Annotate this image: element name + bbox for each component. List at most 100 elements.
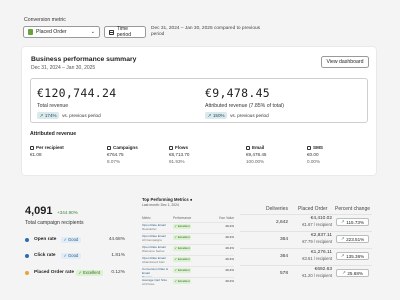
table-row[interactable]: Open Rate Email Abandoned Cart ✓ Excellen… [142,255,234,266]
badge-label: Excellent [177,268,190,273]
placed-order-cell: €4,410.02 €1.67 / recipient [294,216,332,228]
flow-icon [169,145,173,150]
info-icon: ● [189,197,193,202]
header-placed-order: Placed Order [298,206,328,212]
time-period-label: Time period [116,26,132,38]
excellent-badge: ✓ Excellent [173,235,192,240]
good-badge: ✓ Good [61,252,81,259]
conversion-metric-value: Placed Order [36,29,67,35]
vs-previous-text: vs. previous period [62,113,101,118]
placed-order-rate-dot [25,270,29,275]
metric-sub: Abandoned Cart [142,259,165,264]
email-icon [246,145,250,150]
table-row[interactable]: Open Rate Email Newsletter ✓ Excellent 49… [142,222,234,233]
attr-col-sms: SMS €0.00 0.00% [307,144,323,165]
header-percent-change: Percent change [335,206,371,212]
summary-date-range: Dec 31, 2024 – Jan 30, 2025 [31,65,96,71]
top-metrics-title: Top Performing Metrics ● [142,197,192,202]
metric-name[interactable]: Average Cart Size All Flows [142,278,173,286]
attr-value: €9,478.45 [246,152,267,158]
metric-name[interactable]: Open Rate Email Newsletter [142,223,173,231]
metric-sub: All Flows [142,281,155,286]
total-recipients-label: Total campaign recipients [25,220,84,226]
metric-name[interactable]: Open Rate Email Abandoned Cart [142,256,173,264]
top-metrics-header: Metric Performance Your Value [142,216,234,220]
trend-up-icon: ↗ [340,253,345,258]
metric-name[interactable]: Open Rate Email All Campaigns [142,234,173,242]
attr-col-flows: Flows €8,713.70 91.93% [169,144,189,165]
placed-order-cell: €692.63 €1.20 / recipient [294,267,332,279]
attributed-revenue-change-badge: ↗ 150% [205,112,228,119]
excellent-badge: ✓ Excellent [173,268,192,273]
excellent-badge: ✓ Excellent [173,257,192,262]
rate-row-placed-order: Placed Order rate ✓ Excellent 0.12% [25,268,125,277]
rate-name: Click rate [34,253,56,258]
trend-up-icon: ↗ [342,270,346,275]
percent-change-badge: ↗ 115.73% [336,218,369,226]
total-revenue-change-badge: ↗ 174% [37,112,60,119]
megaphone-icon [107,145,111,150]
table-row[interactable]: Open Rate Email All Campaigns ✓ Excellent… [142,233,234,244]
per-recipient-value: €7.79 / recipient [302,239,332,245]
check-icon: ✓ [63,253,68,258]
rate-value: 44.68% [108,237,125,242]
trend-up-icon: ↗ [207,112,212,118]
row-divider [240,214,372,215]
percent-change-value: 223.51% [346,236,365,242]
table-row[interactable]: Conversion Rate & Email Browse ✓ Excellen… [142,266,234,278]
badge-label: Excellent [177,224,190,229]
metric-value: 49.4% [225,279,234,284]
user-icon [30,145,34,150]
click-rate-dot [25,253,29,258]
header-your-value: Your Value [218,216,234,220]
attr-label: Email [252,145,265,150]
attr-label: Per recipient [36,145,64,150]
attr-value: €0.00 [307,152,319,158]
badge-label: Good [68,253,79,258]
placed-order-cell: €1,276.11 €3.51 / recipient [294,250,332,262]
rate-name: Open rate [34,237,57,242]
metric-sub: Welcome Series [142,248,165,253]
rate-row-open: Open rate ✓ Good 44.68% [25,235,125,244]
metric-name[interactable]: Open Rate Email Welcome Series [142,245,173,253]
good-badge: ✓ Good [61,236,81,243]
percent-change-badge: ↗ 223.51% [336,235,369,243]
badge-label: Excellent [177,279,190,284]
badge-label: Good [68,237,79,242]
total-revenue-block: €120,744.24 Total revenue ↗ 174% vs. pre… [37,86,116,119]
chevron-down-icon: ⌄ [90,29,95,35]
compare-range-text: Dec 31, 2024 – Jan 30, 2025 compared to … [151,26,261,37]
attributed-revenue-block: €9,478.45 Attributed revenue (7.85% of t… [205,86,284,119]
rate-value: 0.12% [111,270,125,275]
percent-change-badge: ↗ 25.68% [336,269,369,277]
summary-title: Business performance summary [31,56,137,63]
trend-up-icon: ↗ [340,219,345,224]
open-rate-dot [25,237,29,242]
time-period-button[interactable]: Time period [104,26,146,38]
badge-label: Excellent [83,270,101,275]
table-row[interactable]: Average Cart Size All Flows ✓ Excellent 4… [142,277,234,288]
row-divider [240,265,372,266]
trend-up-icon: ↗ [340,236,345,241]
attributed-revenue-title: Attributed revenue [30,131,77,137]
check-icon: ✓ [78,270,83,275]
badge-label: Excellent [177,257,190,262]
rate-value: 1.81% [111,253,125,258]
check-icon: ✓ [63,237,68,242]
metric-value: 49.4% [225,268,234,273]
view-dashboard-button[interactable]: View dashboard [321,56,369,68]
table-row[interactable]: Open Rate Email Welcome Series ✓ Excellen… [142,244,234,255]
rate-row-click: Click rate ✓ Good 1.81% [25,251,125,260]
header-deliveries: Deliveries [266,206,288,212]
attributed-revenue-change: 150% [212,113,225,118]
placed-order-value: €2,837.11 [311,233,332,238]
metric-sub: All Campaigns [142,237,162,242]
conversion-metric-select[interactable]: Placed Order ⌄ [23,26,100,38]
header-performance: Performance [173,216,192,220]
attr-pct: 91.93% [169,159,185,165]
top-metrics-subtitle: Last month: Dec 1, 2024 [142,203,179,207]
trend-up-icon: ↗ [39,112,44,118]
attr-value: €8,713.70 [169,152,190,158]
conversion-metric-label: Conversion metric [24,17,66,23]
attr-pct: 0.00% [307,159,321,165]
